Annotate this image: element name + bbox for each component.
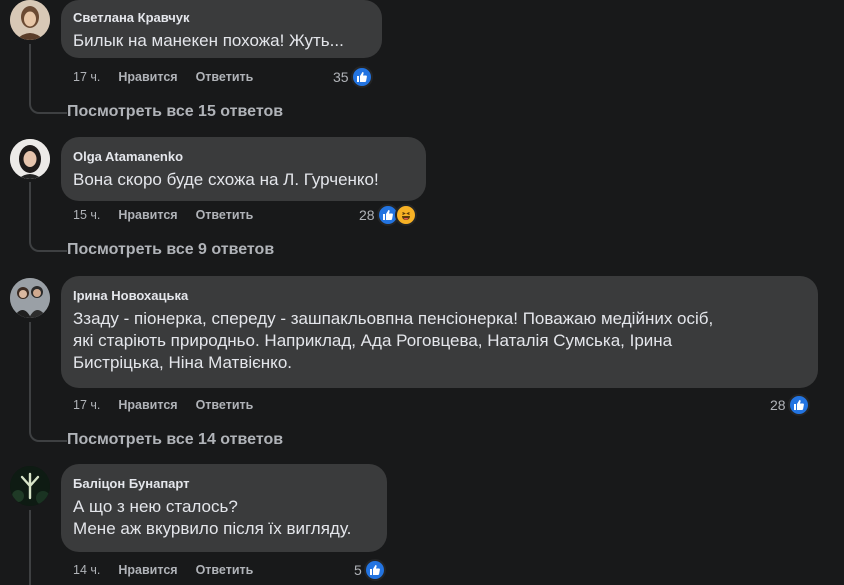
comment-bubble: Olga Atamanenko Вона скоро буде схожа на… <box>61 137 426 201</box>
thread-line <box>29 44 31 96</box>
reply-button[interactable]: Ответить <box>196 69 254 85</box>
like-button[interactable]: Нравится <box>118 562 177 578</box>
comment-time[interactable]: 17 ч. <box>73 69 100 85</box>
comment-author[interactable]: Olga Atamanenko <box>73 149 414 165</box>
reaction-summary[interactable]: 35 <box>333 66 373 88</box>
comment-time[interactable]: 14 ч. <box>73 562 100 578</box>
avatar[interactable] <box>10 278 50 318</box>
comment-actions: 17 ч. Нравится Ответить <box>73 397 253 413</box>
comment-bubble: Светлана Кравчук Билык на манекен похожа… <box>61 0 382 58</box>
reply-button[interactable]: Ответить <box>196 397 254 413</box>
avatar-photo <box>10 0 50 40</box>
comment-time[interactable]: 17 ч. <box>73 397 100 413</box>
avatar[interactable] <box>10 0 50 40</box>
comment-bubble: Ірина Новохацька Ззаду - піонерка, спере… <box>61 276 818 388</box>
reaction-count: 28 <box>359 207 375 223</box>
thumbs-up-icon <box>787 394 810 416</box>
comment-time[interactable]: 15 ч. <box>73 207 100 223</box>
thread-line <box>29 510 31 585</box>
reaction-count: 5 <box>354 562 362 578</box>
reply-button[interactable]: Ответить <box>196 562 254 578</box>
comment-text-line: А що з нею сталось? <box>73 497 238 516</box>
thread-line <box>29 182 31 234</box>
avatar-photo <box>10 139 50 179</box>
thread-elbow <box>29 234 67 252</box>
comment-actions: 14 ч. Нравится Ответить <box>73 562 253 578</box>
comment-text-line: Ззаду - піонерка, спереду - зашпакльовпн… <box>73 309 714 328</box>
like-button[interactable]: Нравится <box>118 69 177 85</box>
comment-text-line: які старіють природньо. Наприклад, Ада Р… <box>73 331 673 350</box>
reply-button[interactable]: Ответить <box>196 207 254 223</box>
like-button[interactable]: Нравится <box>118 207 177 223</box>
reaction-summary[interactable]: 28 <box>770 394 810 416</box>
thread-elbow <box>29 96 67 114</box>
avatar[interactable] <box>10 139 50 179</box>
thread-elbow <box>29 424 67 442</box>
avatar-photo <box>10 278 50 318</box>
like-button[interactable]: Нравится <box>118 397 177 413</box>
reaction-count: 35 <box>333 69 349 85</box>
comment-bubble: Баліцон Бунапарт А що з нею сталось? Мен… <box>61 464 387 552</box>
avatar[interactable] <box>10 466 50 506</box>
thumbs-up-icon <box>350 66 373 88</box>
view-replies-link[interactable]: Посмотреть все 9 ответов <box>67 240 274 260</box>
haha-icon <box>394 204 417 226</box>
reaction-summary[interactable]: 5 <box>354 559 386 581</box>
reaction-summary[interactable]: 28 <box>359 204 417 226</box>
view-replies-link[interactable]: Посмотреть все 15 ответов <box>67 102 283 122</box>
comment-author[interactable]: Светлана Кравчук <box>73 10 370 26</box>
avatar-photo <box>10 466 50 506</box>
comment-text-line: Бистріцька, Ніна Матвієнко. <box>73 353 292 372</box>
comment-author[interactable]: Баліцон Бунапарт <box>73 476 375 492</box>
comment-author[interactable]: Ірина Новохацька <box>73 288 806 304</box>
thumbs-up-icon <box>363 559 386 581</box>
comment-text-line: Мене аж вкурвило після їх вигляду. <box>73 519 352 538</box>
comment-actions: 15 ч. Нравится Ответить <box>73 207 253 223</box>
view-replies-link[interactable]: Посмотреть все 14 ответов <box>67 430 283 450</box>
reaction-count: 28 <box>770 397 786 413</box>
thread-line <box>29 322 31 424</box>
comment-actions: 17 ч. Нравится Ответить <box>73 69 253 85</box>
comment-text: Билык на манекен похожа! Жуть... <box>73 31 344 50</box>
comment-text: Вона скоро буде схожа на Л. Гурченко! <box>73 170 379 189</box>
